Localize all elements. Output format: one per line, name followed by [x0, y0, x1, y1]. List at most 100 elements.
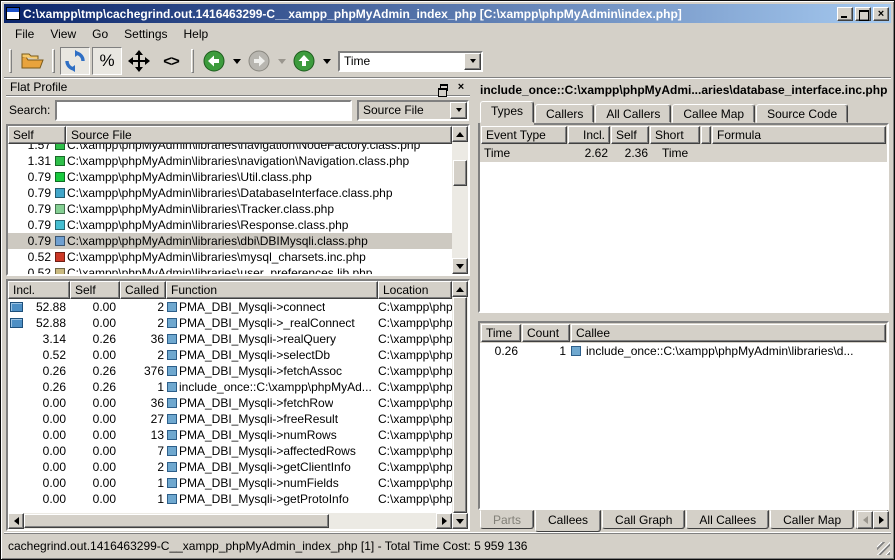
- tabs-scroll-right-button[interactable]: [873, 511, 889, 529]
- source-file-row[interactable]: 0.52 C:\xampp\phpMyAdmin\libraries\mysql…: [8, 249, 452, 265]
- column-header-location[interactable]: Location: [378, 281, 452, 299]
- function-row[interactable]: 52.88 0.00 2 PMA_DBI_Mysqli->_realConnec…: [8, 315, 452, 331]
- dropdown-button[interactable]: [464, 53, 481, 70]
- scroll-down-button[interactable]: [452, 513, 468, 529]
- search-input[interactable]: [55, 100, 352, 121]
- column-header-function[interactable]: Function: [166, 281, 378, 299]
- maximize-button[interactable]: [855, 7, 871, 21]
- scrollbar-thumb[interactable]: [24, 514, 329, 528]
- source-file-row[interactable]: 0.79 C:\xampp\phpMyAdmin\libraries\Track…: [8, 201, 452, 217]
- close-dock-button[interactable]: ×: [454, 81, 468, 94]
- column-header-self[interactable]: Self: [70, 281, 120, 299]
- callee-row[interactable]: 0.26 1 include_once::C:\xampp\phpMyAdmin…: [480, 343, 887, 360]
- column-header-incl[interactable]: Incl.: [568, 126, 610, 144]
- tab-callers[interactable]: Callers: [535, 104, 594, 123]
- dock-layout-button[interactable]: [124, 47, 154, 75]
- column-header-count[interactable]: Count: [522, 324, 570, 342]
- source-list-vertical-scrollbar[interactable]: [452, 126, 468, 274]
- scrollbar-thumb[interactable]: [453, 160, 467, 186]
- group-by-selector[interactable]: Source File: [357, 100, 469, 121]
- open-file-button[interactable]: [17, 47, 47, 75]
- minimize-button[interactable]: [837, 7, 853, 21]
- function-list-horizontal-scrollbar[interactable]: [8, 513, 452, 529]
- dropdown-button[interactable]: [450, 102, 467, 119]
- back-dropdown[interactable]: [231, 47, 242, 75]
- float-dock-button[interactable]: [437, 81, 451, 94]
- title-bar[interactable]: C:\xampp\tmp\cachegrind.out.1416463299-C…: [4, 4, 891, 23]
- function-name: PMA_DBI_Mysqli->fetchRow: [179, 395, 333, 411]
- back-button[interactable]: [199, 47, 229, 75]
- event-type-selector[interactable]: Time: [338, 51, 483, 72]
- column-header-short[interactable]: Short: [650, 126, 700, 144]
- function-row[interactable]: 0.00 0.00 36 PMA_DBI_Mysqli->fetchRow C:…: [8, 395, 452, 411]
- tab-parts[interactable]: Parts: [480, 510, 534, 529]
- self-cost: 0.79: [8, 201, 54, 217]
- source-file-row[interactable]: 1.31 C:\xampp\phpMyAdmin\libraries\navig…: [8, 153, 452, 169]
- percent-toggle-button[interactable]: %: [92, 47, 122, 75]
- function-row[interactable]: 3.14 0.26 36 PMA_DBI_Mysqli->realQuery C…: [8, 331, 452, 347]
- forward-button[interactable]: [244, 47, 274, 75]
- tab-source-code[interactable]: Source Code: [756, 104, 848, 123]
- event-type-row-selected[interactable]: Time 2.62 2.36 Time: [480, 145, 887, 162]
- function-row[interactable]: 0.26 0.26 376 PMA_DBI_Mysqli->fetchAssoc…: [8, 363, 452, 379]
- menu-settings[interactable]: Settings: [117, 25, 174, 43]
- up-dropdown[interactable]: [321, 47, 332, 75]
- toolbar-grip[interactable]: [52, 49, 55, 73]
- scrollbar-thumb[interactable]: [453, 297, 467, 513]
- tab-callees[interactable]: Callees: [535, 510, 601, 532]
- toolbar-grip[interactable]: [9, 49, 12, 73]
- function-row[interactable]: 0.52 0.00 2 PMA_DBI_Mysqli->selectDb C:\…: [8, 347, 452, 363]
- source-file-row[interactable]: 0.79 C:\xampp\phpMyAdmin\libraries\Respo…: [8, 217, 452, 233]
- source-file-row-selected[interactable]: 0.79 C:\xampp\phpMyAdmin\libraries\dbi\D…: [8, 233, 452, 249]
- function-row[interactable]: 0.00 0.00 1 PMA_DBI_Mysqli->getProtoInfo…: [8, 491, 452, 507]
- tab-callee-map[interactable]: Callee Map: [672, 104, 755, 123]
- resize-grip[interactable]: [877, 542, 890, 555]
- tab-caller-map[interactable]: Caller Map: [770, 510, 854, 529]
- menu-view[interactable]: View: [43, 25, 83, 43]
- column-header-self[interactable]: Self: [611, 126, 649, 144]
- column-header-source-file[interactable]: Source File: [66, 126, 452, 144]
- source-file-row[interactable]: 0.52 C:\xampp\phpMyAdmin\libraries\user_…: [8, 265, 452, 274]
- function-row[interactable]: 52.88 0.00 2 PMA_DBI_Mysqli->connect C:\…: [8, 299, 452, 315]
- dock-title-bar[interactable]: Flat Profile ×: [6, 79, 470, 96]
- up-button[interactable]: [289, 47, 319, 75]
- scroll-right-button[interactable]: [436, 513, 452, 529]
- tab-types[interactable]: Types: [480, 101, 534, 123]
- column-header-formula[interactable]: Formula: [712, 126, 886, 144]
- tab-all-callees[interactable]: All Callees: [686, 510, 769, 529]
- function-row[interactable]: 0.00 0.00 2 PMA_DBI_Mysqli->getClientInf…: [8, 459, 452, 475]
- function-row[interactable]: 0.00 0.00 1 PMA_DBI_Mysqli->numFields C:…: [8, 475, 452, 491]
- toolbar-grip[interactable]: [191, 49, 194, 73]
- function-row[interactable]: 0.00 0.00 27 PMA_DBI_Mysqli->freeResult …: [8, 411, 452, 427]
- source-file-row[interactable]: 0.79 C:\xampp\phpMyAdmin\libraries\Datab…: [8, 185, 452, 201]
- self-cost: 0.00: [70, 395, 120, 411]
- column-header-callee[interactable]: Callee: [571, 324, 886, 342]
- horizontal-splitter[interactable]: [478, 313, 889, 321]
- scroll-up-button[interactable]: [452, 281, 468, 297]
- tab-call-graph[interactable]: Call Graph: [602, 510, 685, 529]
- column-header-called[interactable]: Called: [120, 281, 166, 299]
- close-button[interactable]: ×: [873, 7, 889, 21]
- tab-all-callers[interactable]: All Callers: [595, 104, 671, 123]
- source-file-row[interactable]: 0.79 C:\xampp\phpMyAdmin\libraries\Util.…: [8, 169, 452, 185]
- column-header-incl[interactable]: Incl.: [8, 281, 70, 299]
- function-row[interactable]: 0.00 0.00 13 PMA_DBI_Mysqli->numRows C:\…: [8, 427, 452, 443]
- function-row[interactable]: 0.26 0.26 1 include_once::C:\xampp\phpMy…: [8, 379, 452, 395]
- column-header-spacer[interactable]: [701, 126, 711, 144]
- expand-collapse-button[interactable]: <>: [156, 47, 186, 75]
- reload-button[interactable]: [60, 47, 90, 75]
- scroll-up-button[interactable]: [452, 126, 468, 142]
- scroll-left-button[interactable]: [8, 513, 24, 529]
- menu-file[interactable]: File: [8, 25, 41, 43]
- column-header-event-type[interactable]: Event Type: [481, 126, 567, 144]
- scroll-down-button[interactable]: [452, 258, 468, 274]
- menu-go[interactable]: Go: [85, 25, 115, 43]
- function-row[interactable]: 0.00 0.00 7 PMA_DBI_Mysqli->affectedRows…: [8, 443, 452, 459]
- column-header-self[interactable]: Self: [8, 126, 66, 144]
- source-file-row[interactable]: 1.57 C:\xampp\phpMyAdmin\libraries\navig…: [8, 144, 452, 153]
- function-list-vertical-scrollbar[interactable]: [452, 281, 468, 529]
- tabs-scroll-left-button[interactable]: [857, 511, 873, 529]
- column-header-time[interactable]: Time: [481, 324, 521, 342]
- forward-dropdown[interactable]: [276, 47, 287, 75]
- menu-help[interactable]: Help: [177, 25, 216, 43]
